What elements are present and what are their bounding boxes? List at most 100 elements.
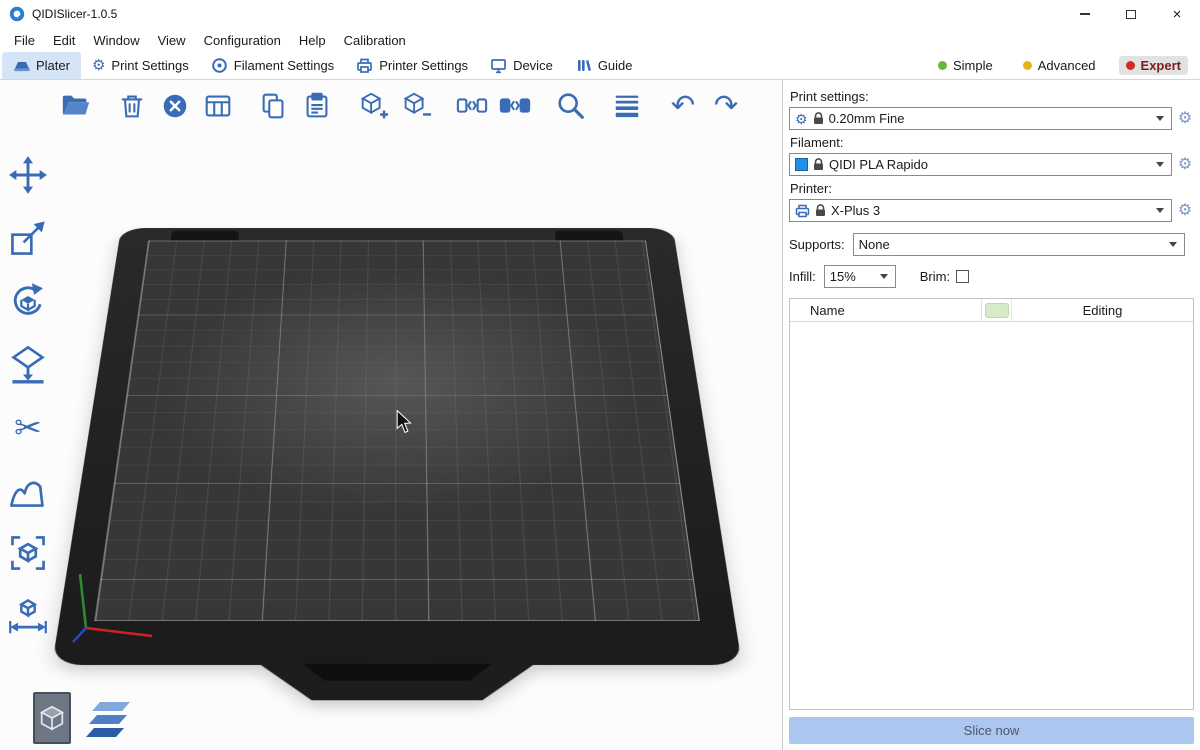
undo-button[interactable]: ↶ xyxy=(665,88,701,124)
maximize-button[interactable] xyxy=(1108,0,1154,28)
cut-tool[interactable]: ✂ xyxy=(5,406,51,448)
chevron-down-icon xyxy=(880,274,888,283)
object-list-body[interactable] xyxy=(790,322,1193,709)
tab-print-settings[interactable]: ⚙ Print Settings xyxy=(81,52,200,79)
tab-plater[interactable]: Plater xyxy=(2,52,81,79)
tab-filament-settings[interactable]: Filament Settings xyxy=(200,52,345,79)
delete-all-button[interactable] xyxy=(157,88,193,124)
measure-tool[interactable] xyxy=(5,532,51,574)
redo-button[interactable]: ↷ xyxy=(708,88,744,124)
chevron-down-icon xyxy=(1156,116,1164,125)
infill-value: 15% xyxy=(830,269,856,284)
supports-combo[interactable]: None xyxy=(853,233,1185,256)
filament-settings-icon xyxy=(211,57,228,74)
menubar: File Edit Window View Configuration Help… xyxy=(0,28,1200,52)
mode-advanced[interactable]: Advanced xyxy=(1016,56,1103,75)
printer-icon xyxy=(795,204,810,218)
menu-help[interactable]: Help xyxy=(290,31,335,50)
bed-grid-surface xyxy=(94,240,700,620)
filament-label: Filament: xyxy=(790,135,1194,150)
place-on-face-tool[interactable] xyxy=(5,343,51,385)
move-tool[interactable] xyxy=(5,154,51,196)
tab-device[interactable]: Device xyxy=(479,52,564,79)
device-icon xyxy=(490,57,507,74)
brim-checkbox[interactable] xyxy=(956,270,969,283)
chevron-down-icon xyxy=(1156,208,1164,217)
menu-calibration[interactable]: Calibration xyxy=(335,31,415,50)
variable-layer-height-button[interactable] xyxy=(609,88,645,124)
supports-label: Supports: xyxy=(789,237,845,252)
menu-configuration[interactable]: Configuration xyxy=(195,31,290,50)
preview-view-button[interactable] xyxy=(80,698,134,744)
object-list: Name Editing xyxy=(789,298,1194,710)
rotate-tool[interactable] xyxy=(5,280,51,322)
app-window: QIDISlicer-1.0.5 × File Edit Window View… xyxy=(0,0,1200,750)
extruder-header-chip xyxy=(985,303,1009,318)
maximize-icon xyxy=(1126,10,1136,19)
3d-editor-view-button[interactable] xyxy=(33,692,71,744)
split-parts-button[interactable] xyxy=(497,88,533,124)
infill-combo[interactable]: 15% xyxy=(824,265,896,288)
view-toggles xyxy=(33,692,134,744)
print-settings-combo[interactable]: ⚙ 0.20mm Fine xyxy=(789,107,1172,130)
paint-supports-tool[interactable] xyxy=(5,469,51,511)
infill-label: Infill: xyxy=(789,269,816,284)
sidebar: Print settings: ⚙ 0.20mm Fine ⚙ Filament… xyxy=(782,80,1200,750)
delete-button[interactable] xyxy=(114,88,150,124)
viewport-toolbar: ↶ ↷ xyxy=(58,88,744,124)
window-title: QIDISlicer-1.0.5 xyxy=(32,7,117,21)
column-editing: Editing xyxy=(1011,299,1193,321)
chevron-down-icon xyxy=(1156,162,1164,171)
open-file-button[interactable] xyxy=(58,88,94,124)
tab-label: Guide xyxy=(598,58,633,73)
left-toolbar: ✂ xyxy=(5,154,51,637)
tab-printer-settings[interactable]: Printer Settings xyxy=(345,52,479,79)
printer-label: Printer: xyxy=(790,181,1194,196)
search-button[interactable] xyxy=(553,88,589,124)
brim-label: Brim: xyxy=(920,269,950,284)
tab-label: Filament Settings xyxy=(234,58,334,73)
mode-simple[interactable]: Simple xyxy=(931,56,1000,75)
add-instance-button[interactable] xyxy=(355,88,391,124)
chevron-down-icon xyxy=(1169,242,1177,251)
split-objects-button[interactable] xyxy=(454,88,490,124)
simple-dot-icon xyxy=(938,61,947,70)
viewport-3d[interactable]: ↶ ↷ ✂ xyxy=(0,80,782,750)
minimize-button[interactable] xyxy=(1062,0,1108,28)
close-icon: × xyxy=(1173,7,1182,22)
plater-icon xyxy=(13,57,30,74)
column-extruder xyxy=(981,299,1011,321)
print-bed[interactable] xyxy=(52,228,742,665)
filament-combo[interactable]: QIDI PLA Rapido xyxy=(789,153,1172,176)
scale-tool[interactable] xyxy=(5,217,51,259)
close-button[interactable]: × xyxy=(1154,0,1200,28)
object-list-header: Name Editing xyxy=(790,299,1193,322)
paste-button[interactable] xyxy=(299,88,335,124)
advanced-dot-icon xyxy=(1023,61,1032,70)
cube-icon xyxy=(37,703,67,733)
mode-switcher: Simple Advanced Expert xyxy=(931,52,1200,79)
printer-combo[interactable]: X-Plus 3 xyxy=(789,199,1172,222)
titlebar: QIDISlicer-1.0.5 × xyxy=(0,0,1200,28)
tab-label: Plater xyxy=(36,58,70,73)
column-name: Name xyxy=(790,303,981,318)
filament-color-swatch xyxy=(795,158,808,171)
tab-label: Device xyxy=(513,58,553,73)
menu-view[interactable]: View xyxy=(149,31,195,50)
print-settings-icon: ⚙ xyxy=(92,58,105,73)
printer-gear-button[interactable]: ⚙ xyxy=(1176,203,1194,219)
remove-instance-button[interactable] xyxy=(398,88,434,124)
print-settings-label: Print settings: xyxy=(790,89,1194,104)
lock-icon xyxy=(813,158,824,171)
print-settings-gear-button[interactable]: ⚙ xyxy=(1176,111,1194,127)
tab-guide[interactable]: Guide xyxy=(564,52,644,79)
menu-window[interactable]: Window xyxy=(84,31,148,50)
filament-gear-button[interactable]: ⚙ xyxy=(1176,157,1194,173)
size-tool[interactable] xyxy=(5,595,51,637)
copy-button[interactable] xyxy=(256,88,292,124)
menu-file[interactable]: File xyxy=(5,31,44,50)
mode-expert[interactable]: Expert xyxy=(1119,56,1188,75)
slice-now-button[interactable]: Slice now xyxy=(789,717,1194,744)
arrange-button[interactable] xyxy=(200,88,236,124)
menu-edit[interactable]: Edit xyxy=(44,31,84,50)
